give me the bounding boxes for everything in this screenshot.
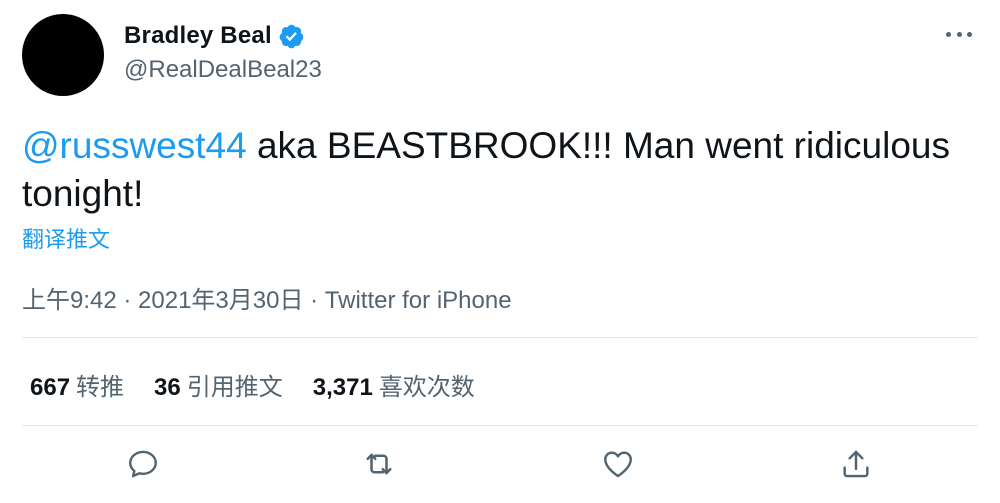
engagement-stats: 667 转推 36 引用推文 3,371 喜欢次数	[30, 367, 505, 402]
share-icon[interactable]	[836, 444, 876, 484]
more-options-icon[interactable]	[946, 24, 972, 44]
tweet-meta[interactable]: 上午9:42 · 2021年3月30日 · Twitter for iPhone	[22, 280, 512, 315]
author-name-row: Bradley Beal	[124, 20, 305, 52]
quotes-stat[interactable]: 36 引用推文	[154, 367, 283, 402]
tweet-text: @russwest44 aka BEASTBROOK!!! Man went r…	[22, 122, 972, 218]
likes-stat[interactable]: 3,371 喜欢次数	[313, 367, 475, 402]
retweets-stat[interactable]: 667 转推	[30, 367, 124, 402]
divider	[22, 337, 978, 338]
divider	[22, 425, 978, 426]
verified-badge-icon	[279, 24, 304, 48]
author-handle[interactable]: @RealDealBeal23	[124, 56, 322, 84]
retweet-icon[interactable]	[359, 444, 399, 484]
avatar[interactable]	[22, 14, 104, 96]
action-bar	[0, 444, 1000, 490]
translate-link[interactable]: 翻译推文	[22, 222, 110, 254]
author-display-name[interactable]: Bradley Beal	[124, 22, 272, 50]
mention-link[interactable]: @russwest44	[22, 125, 247, 166]
like-icon[interactable]	[598, 444, 638, 484]
tweet-card: Bradley Beal @RealDealBeal23 @russwest44…	[0, 0, 1000, 503]
reply-icon[interactable]	[123, 444, 163, 484]
